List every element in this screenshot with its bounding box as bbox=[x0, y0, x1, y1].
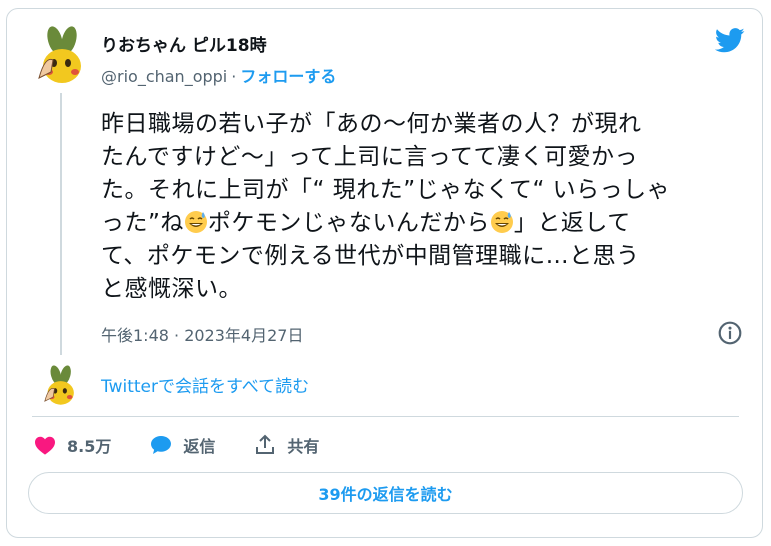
share-icon bbox=[256, 434, 275, 454]
read-replies-button[interactable]: 39件の返信を読む bbox=[28, 472, 743, 514]
share-button[interactable]: 共有 bbox=[253, 433, 319, 457]
tweet-text-part2: ポケモンじゃないんだから bbox=[207, 210, 490, 236]
author-name[interactable]: りおちゃん ピル18時 bbox=[101, 31, 267, 56]
like-button[interactable]: 8.5万 bbox=[33, 433, 111, 457]
reply-label: 返信 bbox=[183, 437, 216, 456]
separator-dot: · bbox=[231, 67, 237, 86]
twitter-bird-icon[interactable] bbox=[715, 28, 745, 53]
tweet-text: 昨日職場の若い子が「あの〜何か業者の人？が現れ たんですけど〜」って上司に言って… bbox=[101, 108, 741, 306]
info-icon[interactable] bbox=[717, 320, 743, 346]
reply-bubble-icon bbox=[151, 436, 172, 454]
author-avatar[interactable] bbox=[35, 26, 87, 86]
reader-avatar[interactable] bbox=[42, 365, 78, 407]
action-bar: 8.5万 返信 共有 bbox=[33, 430, 357, 460]
tweet-timestamp[interactable]: 午後1:48 · 2023年4月27日 bbox=[101, 322, 303, 346]
divider bbox=[32, 416, 739, 417]
sweat-smile-emoji bbox=[184, 211, 207, 233]
heart-icon bbox=[35, 436, 55, 455]
thread-line bbox=[60, 93, 62, 355]
handle-row: @rio_chan_oppi · フォローする bbox=[101, 63, 336, 87]
sweat-smile-emoji bbox=[490, 211, 513, 233]
follow-button[interactable]: フォローする bbox=[240, 67, 336, 86]
likes-count: 8.5万 bbox=[67, 437, 112, 456]
read-conversation-link[interactable]: Twitterで会話をすべて読む bbox=[101, 372, 309, 397]
share-label: 共有 bbox=[287, 437, 320, 456]
reply-button[interactable]: 返信 bbox=[149, 433, 215, 457]
author-handle[interactable]: @rio_chan_oppi bbox=[101, 67, 227, 86]
